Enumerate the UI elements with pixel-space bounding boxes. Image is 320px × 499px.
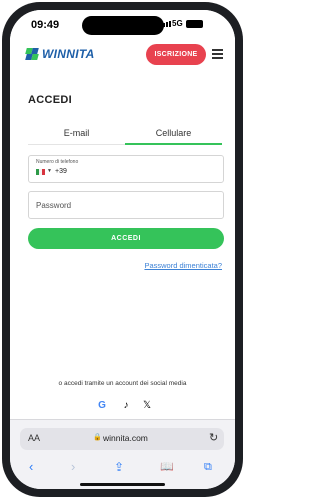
signal-icon — [160, 21, 171, 27]
phone-frame: 09:49 5G WINNITA ISCRIZIONE ACCEDI E-mai… — [2, 2, 243, 497]
phone-country-prefix: +39 — [55, 168, 67, 175]
site-header: WINNITA ISCRIZIONE — [10, 38, 235, 72]
forgot-password-link[interactable]: Password dimenticata? — [144, 261, 222, 270]
share-icon[interactable]: ⇪ — [114, 458, 124, 476]
tab-mobile[interactable]: Cellulare — [125, 124, 222, 142]
phone-number-field[interactable]: Numero di telefono ▼ +39 — [28, 155, 224, 183]
screen: 09:49 5G WINNITA ISCRIZIONE ACCEDI E-mai… — [10, 10, 235, 489]
back-icon[interactable]: ‹ — [29, 458, 33, 476]
status-time: 09:49 — [31, 19, 60, 31]
social-login-prompt: o accedi tramite un account dei social m… — [58, 380, 187, 387]
bookmarks-icon[interactable]: 📖 — [160, 458, 174, 476]
battery-icon — [186, 20, 203, 28]
brand-name: WINNITA — [42, 47, 95, 61]
tabs-icon[interactable]: ⧉ — [204, 458, 212, 476]
web-page: WINNITA ISCRIZIONE ACCEDI E-mail Cellula… — [10, 38, 235, 419]
reload-icon[interactable]: ↻ — [209, 431, 218, 444]
page-title: ACCEDI — [28, 94, 72, 106]
tiktok-icon[interactable]: ♪ — [121, 400, 131, 412]
winnita-logo-icon — [25, 48, 39, 60]
italy-flag-icon[interactable] — [36, 169, 45, 175]
google-icon[interactable]: G — [97, 400, 107, 412]
browser-nav-row: ‹ › ⇪ 📖 ⧉ — [10, 458, 235, 476]
url-text: winnita.com — [103, 433, 148, 443]
home-indicator — [80, 483, 165, 486]
brand-logo[interactable]: WINNITA — [25, 47, 95, 61]
forward-icon[interactable]: › — [71, 458, 75, 476]
phone-field-label: Numero di telefono — [36, 159, 79, 165]
address-bar[interactable]: AA 🔒 winnita.com ↻ — [20, 428, 224, 450]
login-submit-button[interactable]: ACCEDI — [28, 228, 224, 249]
tab-email[interactable]: E-mail — [28, 124, 125, 142]
browser-toolbar: AA 🔒 winnita.com ↻ ‹ › ⇪ 📖 ⧉ — [10, 419, 235, 489]
password-input[interactable] — [36, 192, 216, 218]
text-size-button[interactable]: AA — [28, 433, 40, 443]
active-tab-indicator — [125, 143, 222, 145]
password-field[interactable] — [28, 191, 224, 219]
hamburger-menu-icon[interactable] — [212, 49, 223, 61]
social-login-icons: G ♪ 𝕏 — [95, 400, 155, 412]
login-method-tabs: E-mail Cellulare — [28, 124, 222, 146]
status-bar: 09:49 5G — [10, 10, 235, 38]
x-icon[interactable]: 𝕏 — [142, 400, 152, 412]
network-label: 5G — [172, 19, 183, 28]
register-button[interactable]: ISCRIZIONE — [146, 44, 206, 65]
lock-icon: 🔒 — [93, 434, 102, 441]
country-dropdown-caret-icon[interactable]: ▼ — [47, 168, 52, 174]
dynamic-island — [82, 16, 164, 35]
